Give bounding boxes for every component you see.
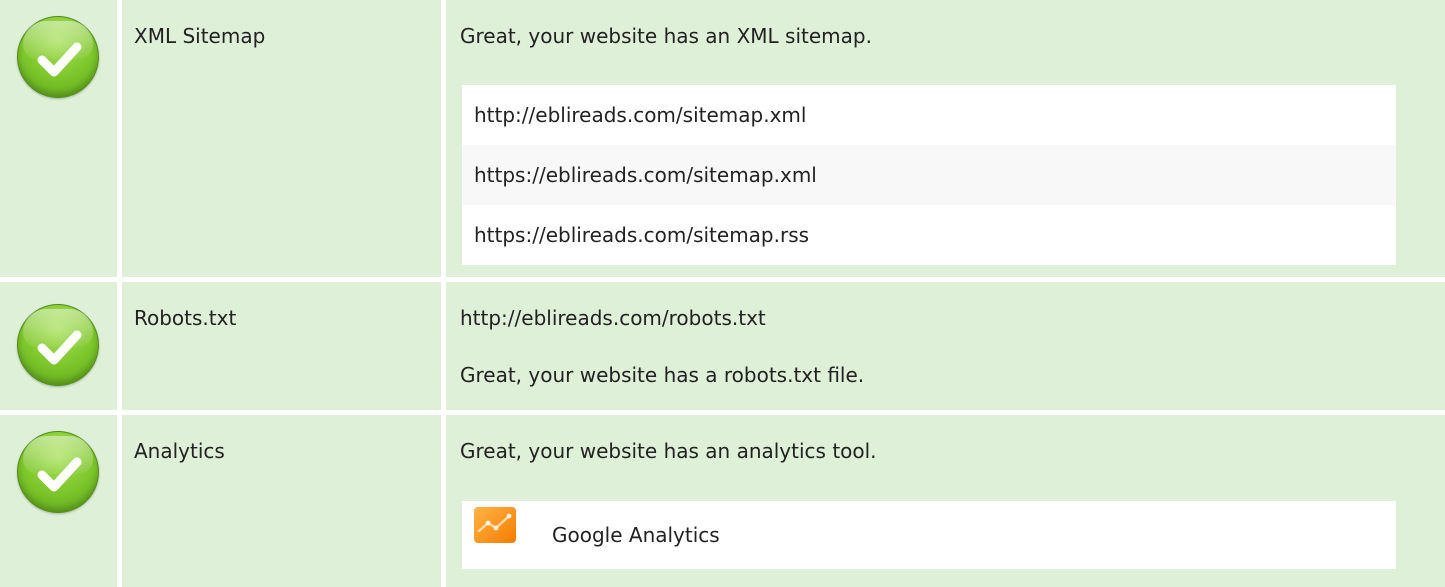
check-row-robots: Robots.txt http://eblireads.com/robots.t… bbox=[0, 282, 1445, 410]
check-name: Robots.txt bbox=[134, 306, 237, 330]
sitemap-url[interactable]: http://eblireads.com/sitemap.xml bbox=[462, 85, 1396, 145]
check-row-analytics: Analytics Great, your website has an ana… bbox=[0, 415, 1445, 587]
google-analytics-icon bbox=[474, 507, 516, 543]
status-cell bbox=[0, 282, 117, 410]
check-row-xml-sitemap: XML Sitemap Great, your website has an X… bbox=[0, 0, 1445, 277]
sitemap-url[interactable]: https://eblireads.com/sitemap.rss bbox=[462, 205, 1396, 265]
status-cell bbox=[0, 0, 117, 277]
check-message: Great, your website has an analytics too… bbox=[460, 439, 877, 463]
analytics-tool-label: Google Analytics bbox=[552, 523, 720, 547]
status-cell bbox=[0, 415, 117, 587]
check-name: Analytics bbox=[134, 439, 225, 463]
check-name-cell: Analytics bbox=[122, 415, 441, 587]
check-name-cell: XML Sitemap bbox=[122, 0, 441, 277]
seo-check-table: XML Sitemap Great, your website has an X… bbox=[0, 0, 1445, 587]
check-detail-cell: http://eblireads.com/robots.txt Great, y… bbox=[446, 282, 1445, 410]
sitemap-list: http://eblireads.com/sitemap.xml https:/… bbox=[462, 85, 1396, 265]
sitemap-url[interactable]: https://eblireads.com/sitemap.xml bbox=[462, 145, 1396, 205]
check-icon bbox=[17, 16, 99, 98]
robots-url[interactable]: http://eblireads.com/robots.txt bbox=[460, 306, 766, 330]
check-name: XML Sitemap bbox=[134, 24, 266, 48]
check-name-cell: Robots.txt bbox=[122, 282, 441, 410]
check-icon bbox=[17, 431, 99, 513]
check-icon bbox=[17, 304, 99, 386]
check-detail-cell: Great, your website has an analytics too… bbox=[446, 415, 1445, 587]
check-message: Great, your website has an XML sitemap. bbox=[460, 24, 872, 48]
check-message: Great, your website has a robots.txt fil… bbox=[460, 363, 865, 387]
check-detail-cell: Great, your website has an XML sitemap. … bbox=[446, 0, 1445, 277]
analytics-tool-item: Google Analytics bbox=[462, 501, 1396, 569]
